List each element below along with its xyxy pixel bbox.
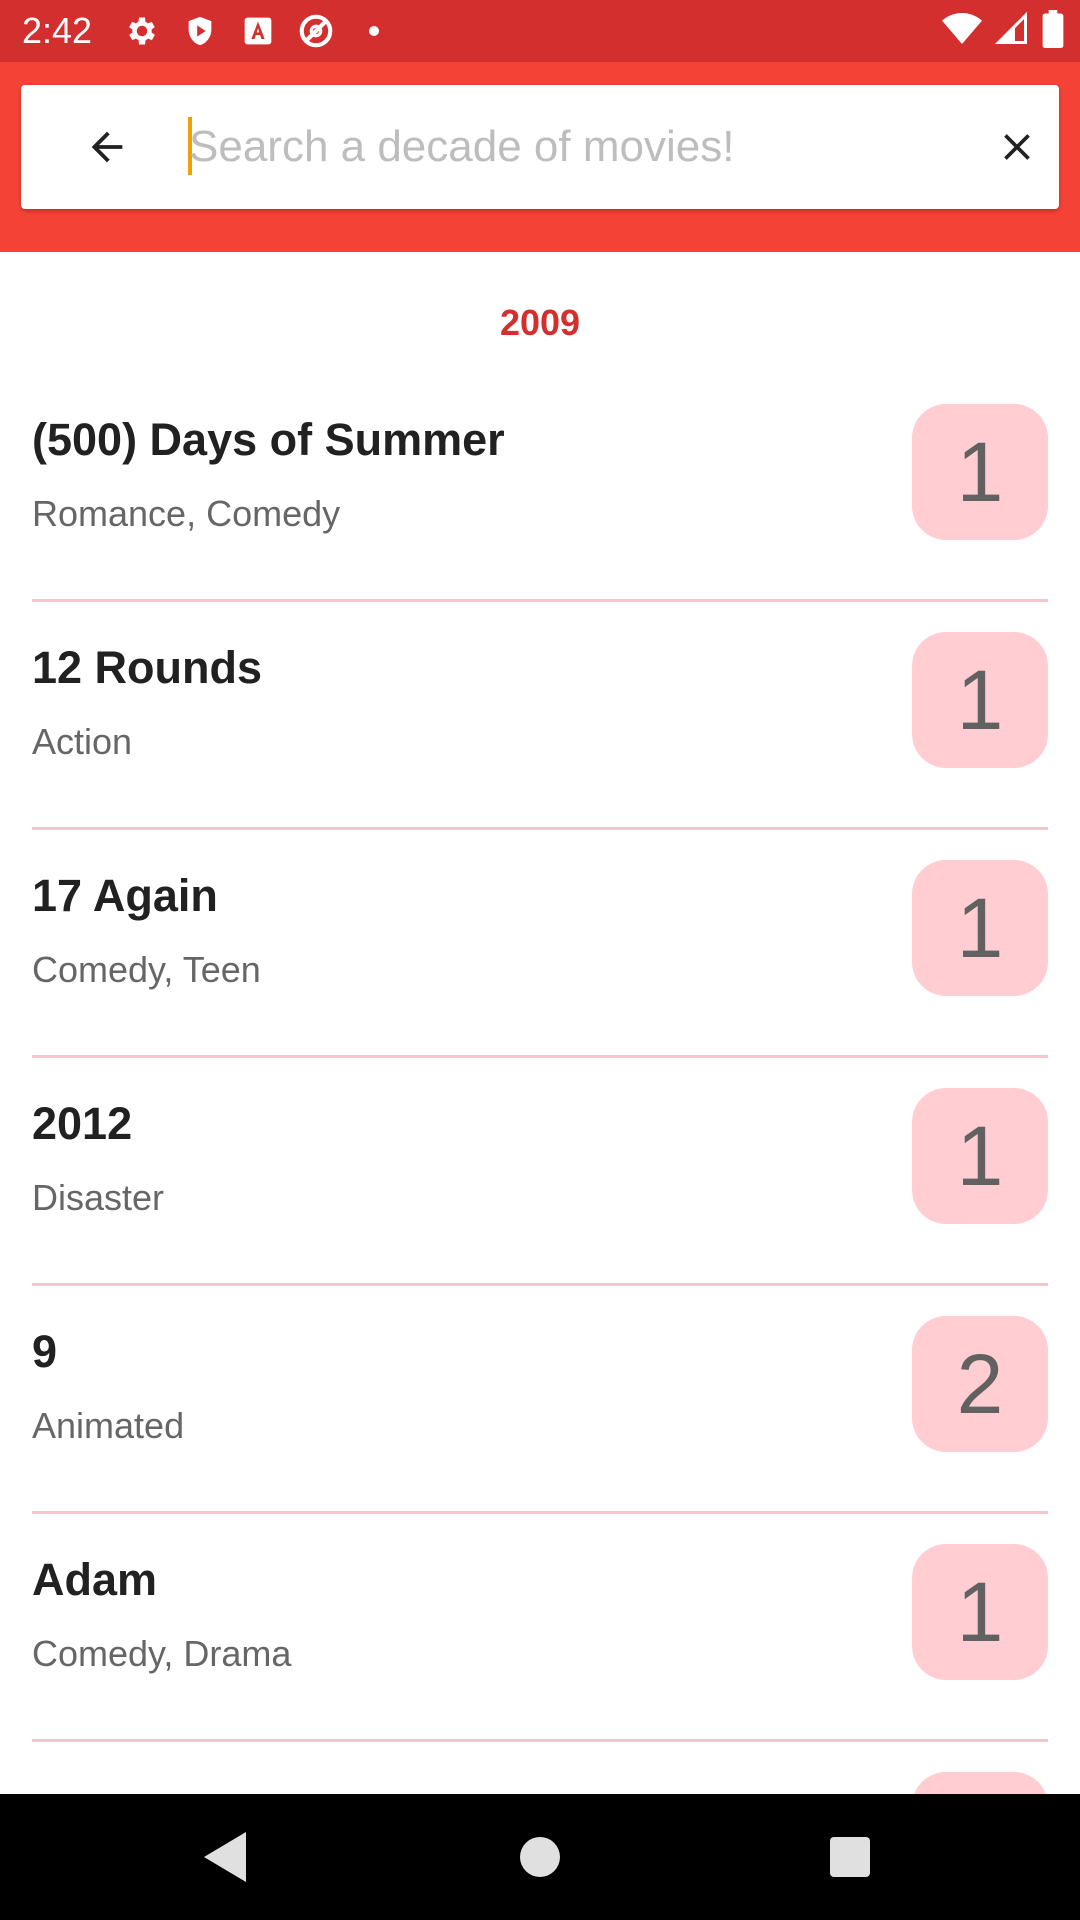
- square-recents-icon: [830, 1837, 870, 1877]
- clear-button[interactable]: [971, 113, 1063, 181]
- section-header-year: 2009: [499, 302, 581, 343]
- nav-home-button[interactable]: [500, 1822, 580, 1892]
- movie-title: 17 Again: [32, 870, 218, 921]
- shield-icon: [178, 10, 222, 52]
- movie-genre: Animated: [32, 1405, 185, 1446]
- search-bar: [21, 85, 1059, 209]
- list-item[interactable]: 9 Animated 2: [32, 1286, 1048, 1514]
- search-input[interactable]: [189, 107, 949, 187]
- list-item-partial[interactable]: [32, 1742, 1048, 1794]
- dot-icon: [352, 10, 396, 52]
- signal-icon: [994, 11, 1030, 52]
- movie-genre: Comedy, Drama: [32, 1633, 292, 1674]
- count-badge-partial: [912, 1772, 1048, 1794]
- wifi-icon: [942, 12, 982, 51]
- triangle-back-icon: [204, 1832, 246, 1882]
- no-circle-icon: [294, 10, 338, 52]
- count-badge: 1: [912, 404, 1048, 540]
- movie-genre: Disaster: [32, 1177, 165, 1218]
- movie-genre: Romance, Comedy: [32, 493, 341, 534]
- list-item[interactable]: 2012 Disaster 1: [32, 1058, 1048, 1286]
- a-box-icon: [236, 10, 280, 52]
- back-button[interactable]: [65, 115, 149, 179]
- navigation-bar: [0, 1794, 1080, 1920]
- notification-icons: [120, 10, 396, 52]
- status-bar: 2:42: [0, 0, 1080, 62]
- count-badge: 1: [912, 1544, 1048, 1680]
- movie-list[interactable]: 2009 (500) Days of Summer Romance, Comed…: [0, 252, 1080, 1794]
- arrow-left-icon: [91, 131, 123, 163]
- circle-home-icon: [520, 1837, 560, 1877]
- movie-title: (500) Days of Summer: [32, 414, 505, 465]
- movie-genre: Action: [32, 721, 133, 762]
- status-time: 2:42: [22, 10, 93, 51]
- movie-genre: Comedy, Teen: [32, 949, 261, 990]
- movie-title: Adam: [32, 1554, 158, 1605]
- count-badge: 1: [912, 1088, 1048, 1224]
- count-badge: 2: [912, 1316, 1048, 1452]
- count-badge: 1: [912, 632, 1048, 768]
- movie-title: 9: [32, 1326, 58, 1377]
- nav-recents-button[interactable]: [810, 1822, 890, 1892]
- list-item[interactable]: 12 Rounds Action 1: [32, 602, 1048, 830]
- nav-back-button[interactable]: [186, 1822, 266, 1892]
- close-icon: [1004, 134, 1030, 160]
- list-item[interactable]: 17 Again Comedy, Teen 1: [32, 830, 1048, 1058]
- gear-icon: [120, 10, 164, 52]
- list-item[interactable]: Adam Comedy, Drama 1: [32, 1514, 1048, 1742]
- movie-title: 12 Rounds: [32, 642, 263, 693]
- list-item[interactable]: (500) Days of Summer Romance, Comedy 1: [32, 374, 1048, 602]
- movie-title: 2012: [32, 1098, 133, 1149]
- battery-icon: [1042, 9, 1064, 53]
- count-badge: 1: [912, 860, 1048, 996]
- system-icons: [942, 9, 1064, 53]
